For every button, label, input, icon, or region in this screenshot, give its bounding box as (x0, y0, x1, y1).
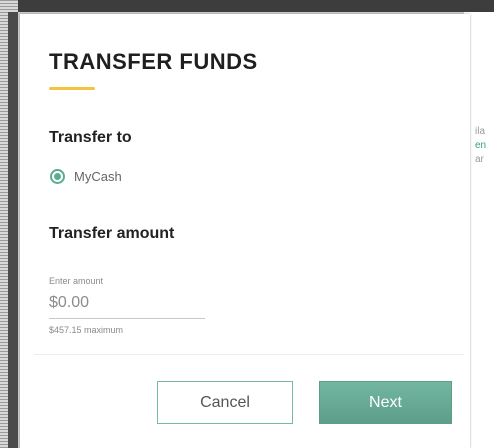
transfer-amount-label: Transfer amount (49, 225, 175, 242)
next-button[interactable]: Next (319, 381, 452, 424)
radio-option-mycash[interactable]: MyCash (50, 169, 122, 184)
amount-helper-text: $457.15 maximum (49, 325, 124, 335)
amount-input[interactable] (49, 288, 205, 319)
amount-field-label: Enter amount (49, 276, 104, 286)
radio-selected-icon[interactable] (50, 169, 65, 184)
background-text-fragment: ila (475, 126, 486, 137)
transfer-to-label: Transfer to (49, 129, 132, 146)
background-text-fragment: en (475, 140, 487, 151)
radio-option-label: MyCash (74, 169, 122, 184)
backdrop-top-bar (0, 0, 494, 12)
backdrop-left-strip (0, 0, 18, 448)
footer-divider (34, 354, 464, 355)
cancel-button[interactable]: Cancel (157, 381, 293, 424)
background-text-fragment: ar (475, 154, 484, 165)
transfer-funds-dialog: TRANSFER FUNDS Transfer to MyCash Transf… (20, 14, 470, 448)
title-accent-bar (49, 87, 95, 90)
dialog-title: TRANSFER FUNDS (49, 49, 258, 74)
backdrop-left-panel (8, 12, 18, 448)
